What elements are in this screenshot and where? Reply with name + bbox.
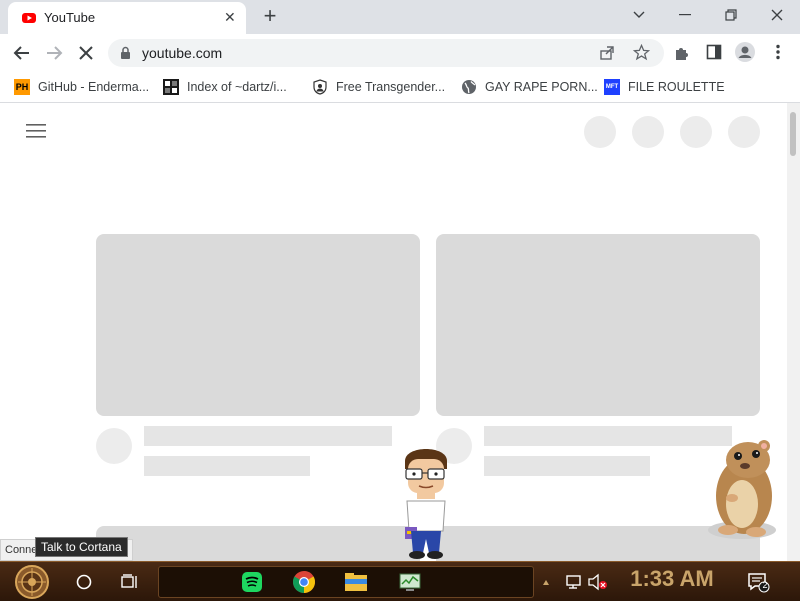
scrollbar-thumb[interactable] [790,112,796,156]
chevron-down-icon [633,11,645,18]
more-menu-icon[interactable] [775,44,781,60]
youtube-favicon-icon [22,13,36,23]
action-center-button[interactable]: 2 [744,568,772,596]
chrome-icon [293,571,315,593]
cortana-circle-icon [76,574,92,590]
extensions-puzzle-icon[interactable] [673,44,691,62]
spotify-taskbar-button[interactable] [238,568,266,596]
header-placeholder-circle [680,116,712,148]
file-explorer-taskbar-button[interactable] [342,568,370,596]
bookmark-free-transgender[interactable]: Free Transgender... [312,78,445,96]
tab-title: YouTube [44,10,96,25]
folder-icon [345,573,367,591]
close-icon [771,9,783,21]
network-icon [566,575,581,589]
volume-tray-button[interactable] [584,568,612,596]
video-title-placeholder [144,426,392,446]
cortana-tooltip: Talk to Cortana [35,537,128,557]
cortana-button[interactable] [70,568,98,596]
profile-avatar-icon[interactable] [735,42,755,62]
hamster-icon [708,440,776,539]
address-bar[interactable]: youtube.com [108,39,664,67]
bookmark-github[interactable]: PH GitHub - Enderma... [14,78,149,96]
minimize-button[interactable] [662,0,708,30]
video-title-placeholder [484,426,732,446]
task-view-button[interactable] [116,568,144,596]
start-button[interactable] [14,564,50,600]
header-placeholder-circle [632,116,664,148]
user-shield-icon [312,79,328,95]
video-meta-placeholder [484,456,650,476]
video-meta-placeholder [144,456,310,476]
bookmark-globe[interactable]: GAY RAPE PORN... [461,78,598,96]
index-icon [163,79,179,95]
chevron-up-icon [543,580,549,585]
spotify-icon [242,572,262,592]
tab-close-icon[interactable]: ✕ [224,9,236,26]
new-tab-button[interactable]: + [258,4,282,28]
restore-button[interactable] [708,0,754,30]
back-arrow-icon[interactable] [12,43,32,63]
bookmark-label: GAY RAPE PORN... [485,80,598,94]
forward-arrow-icon[interactable] [44,43,64,63]
windows-taskbar: 1:33 AM 2 [0,561,800,601]
video-thumbnail-placeholder [436,234,760,416]
globe-icon [461,79,477,95]
bookmark-label: Free Transgender... [336,80,446,94]
tab-search-button[interactable] [616,0,662,30]
bookmark-label: FILE ROULETTE [628,80,725,94]
minimize-icon [679,14,691,16]
bookmark-star-icon[interactable] [633,44,650,61]
task-manager-icon [399,573,421,591]
bookmarks-bar: PH GitHub - Enderma... Index of ~dartz/i… [0,72,800,103]
lock-icon[interactable] [120,46,131,60]
task-view-icon [121,574,137,588]
restore-icon [725,9,737,21]
steampunk-gear-icon [15,565,49,599]
cartoon-man-icon [405,449,447,559]
stop-loading-icon[interactable] [78,45,94,61]
side-panel-icon[interactable] [706,44,722,60]
video-thumbnail-placeholder [96,234,420,416]
taskbar-clock[interactable]: 1:33 AM [612,566,732,592]
show-hidden-icons-button[interactable] [538,568,554,596]
ph-icon: PH [14,79,30,95]
page-scrollbar[interactable] [787,103,800,561]
bookmark-label: Index of ~dartz/i... [187,80,287,94]
close-window-button[interactable] [754,0,800,30]
notification-count: 2 [762,580,768,590]
chrome-taskbar-button[interactable] [290,568,318,596]
bookmark-index[interactable]: Index of ~dartz/i... [163,78,287,96]
mft-icon: MFT [604,79,620,95]
hamburger-menu-icon[interactable] [26,124,46,138]
video-thumbnail-placeholder [96,526,420,561]
share-icon[interactable] [599,45,615,61]
header-placeholder-circle [728,116,760,148]
connect-text: Conne [5,544,38,556]
volume-muted-icon [588,573,607,591]
header-placeholder-circle [584,116,616,148]
bookmark-file-roulette[interactable]: MFT FILE ROULETTE [604,78,725,96]
tab-youtube[interactable]: YouTube ✕ [8,2,246,34]
channel-avatar-placeholder [96,428,132,464]
app-taskbar-button[interactable] [396,568,424,596]
bookmark-label: GitHub - Enderma... [38,80,150,94]
url-text: youtube.com [142,45,223,61]
